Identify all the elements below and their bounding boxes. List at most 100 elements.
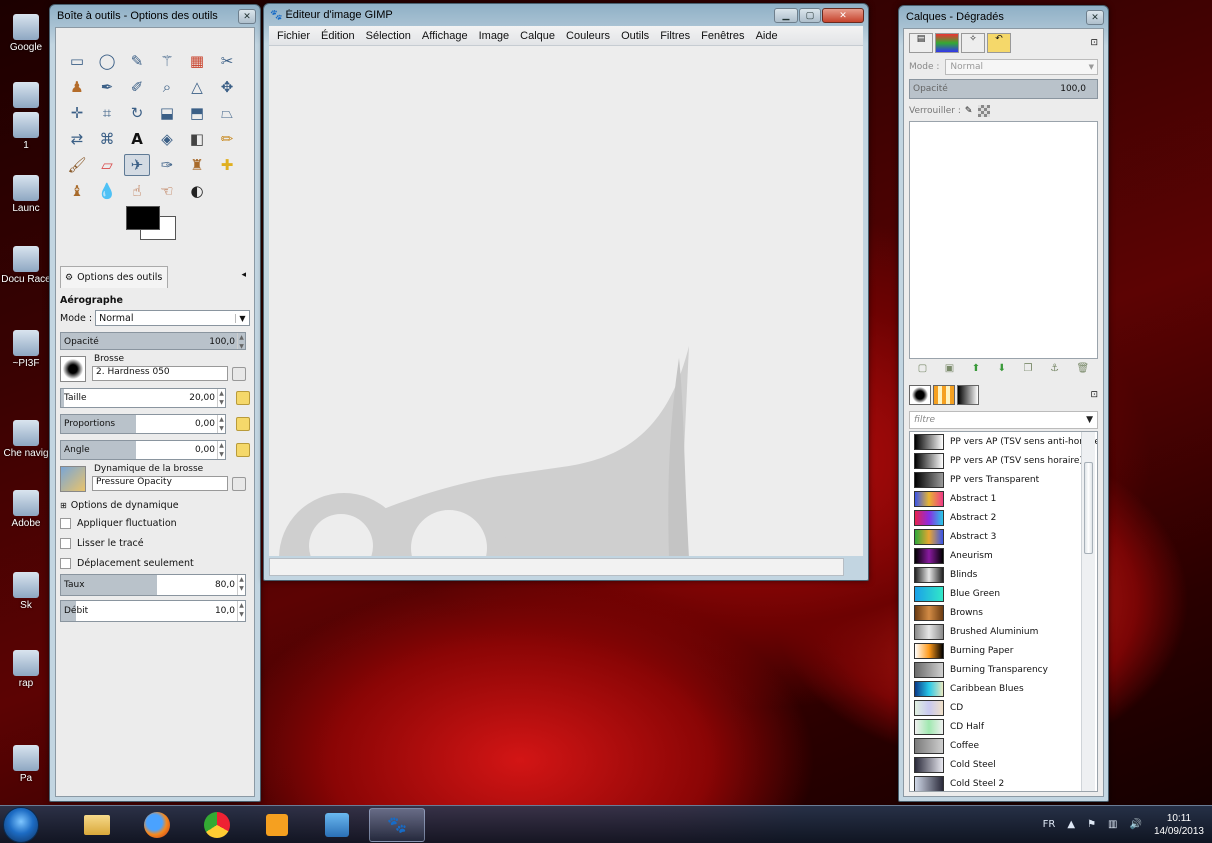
undo-tab-icon[interactable]: ↶: [987, 33, 1011, 53]
dodge-burn-icon[interactable]: ☜: [154, 180, 180, 202]
gradient-item[interactable]: Blue Green: [910, 584, 1097, 603]
rate-stepper[interactable]: ▲ ▼: [237, 575, 245, 595]
measure-icon[interactable]: △: [184, 76, 210, 98]
gradient-item[interactable]: Cold Steel: [910, 755, 1097, 774]
menu-item[interactable]: Sélection: [366, 30, 411, 42]
gradient-item[interactable]: Abstract 3: [910, 527, 1097, 546]
paintbrush-icon[interactable]: 🖌: [64, 154, 90, 176]
zoom-icon[interactable]: ⌕: [154, 76, 180, 98]
duplicate-layer-icon[interactable]: ❐: [1024, 363, 1033, 374]
clone-icon[interactable]: ♜: [184, 154, 210, 176]
brush-preview[interactable]: [60, 356, 86, 382]
crop-icon[interactable]: ⌗: [94, 102, 120, 124]
gradient-item[interactable]: CD Half: [910, 717, 1097, 736]
desktop-icon[interactable]: Sk: [0, 572, 52, 611]
layers-tab-icon[interactable]: ▤: [909, 33, 933, 53]
toolbox-titlebar[interactable]: Boîte à outils - Options des outils ✕: [50, 5, 260, 27]
blend-icon[interactable]: ◧: [184, 128, 210, 150]
smooth-stroke-checkbox[interactable]: [60, 538, 71, 549]
new-layer-icon[interactable]: ▢: [918, 363, 927, 374]
gradient-item[interactable]: Coffee: [910, 736, 1097, 755]
rotate-icon[interactable]: ↻: [124, 102, 150, 124]
rect-select-icon[interactable]: ▭: [64, 50, 90, 72]
rate-spin[interactable]: Taux 80,0 ▲ ▼: [60, 574, 246, 596]
gradient-item[interactable]: Abstract 2: [910, 508, 1097, 527]
image-window-titlebar[interactable]: 🐾 Éditeur d'image GIMP ▁ ▢ ✕: [264, 4, 868, 26]
minimize-button[interactable]: ▁: [774, 7, 798, 23]
volume-icon[interactable]: 🔊: [1129, 819, 1141, 830]
move-only-checkbox[interactable]: [60, 558, 71, 569]
gradient-item[interactable]: Cold Steel 2: [910, 774, 1097, 791]
reset-size-icon[interactable]: [236, 391, 250, 405]
menu-item[interactable]: Couleurs: [566, 30, 610, 42]
flow-stepper[interactable]: ▲ ▼: [237, 601, 245, 621]
dynamics-field[interactable]: Pressure Opacity: [92, 476, 228, 491]
smooth-stroke-check[interactable]: Lisser le tracé: [60, 538, 144, 549]
proportions-spin[interactable]: Proportions 0,00 ▲ ▼: [60, 414, 226, 434]
free-select-icon[interactable]: ✎: [124, 50, 150, 72]
task-firefox[interactable]: [129, 808, 185, 842]
text-icon[interactable]: A: [124, 128, 150, 150]
start-button[interactable]: [3, 806, 39, 843]
edit-dynamics-icon[interactable]: [232, 477, 246, 491]
menu-item[interactable]: Affichage: [422, 30, 468, 42]
menu-item[interactable]: Fichier: [277, 30, 310, 42]
sharpen-icon[interactable]: ◐: [184, 180, 210, 202]
channels-tab-icon[interactable]: [935, 33, 959, 53]
shear-icon[interactable]: ⬒: [184, 102, 210, 124]
show-hidden-icons-icon[interactable]: ▲: [1067, 819, 1075, 830]
dock-menu-icon-2[interactable]: ⊡: [1090, 390, 1098, 400]
opacity-stepper[interactable]: ▲ ▼: [237, 333, 245, 350]
gradient-tab-icon[interactable]: [957, 385, 979, 405]
dynamics-icon[interactable]: [60, 466, 86, 492]
gradient-item[interactable]: PP vers AP (TSV sens horaire): [910, 451, 1097, 470]
layers-dock-titlebar[interactable]: Calques - Dégradés ✕: [899, 6, 1108, 28]
gradient-item[interactable]: Brushed Aluminium: [910, 622, 1097, 641]
fuzzy-select-icon[interactable]: ⚚: [154, 50, 180, 72]
align-icon[interactable]: ✛: [64, 102, 90, 124]
desktop-icon[interactable]: Che navig: [0, 420, 52, 459]
menu-item[interactable]: Image: [479, 30, 510, 42]
task-explorer[interactable]: [69, 808, 125, 842]
desktop-icon[interactable]: Google: [0, 14, 52, 53]
lock-alpha-icon[interactable]: [978, 105, 991, 117]
layers-list[interactable]: [909, 121, 1098, 359]
mode-select[interactable]: Normal ▼: [95, 310, 250, 326]
perspective-clone-icon[interactable]: ♝: [64, 180, 90, 202]
empty-canvas[interactable]: [269, 46, 863, 556]
gradient-list[interactable]: PP vers AP (TSV sens anti-horaire) PP ver…: [909, 431, 1098, 792]
pencil-icon[interactable]: ✏: [214, 128, 240, 150]
layer-opacity-spin[interactable]: Opacité 100,0: [909, 79, 1098, 99]
foreground-color-swatch[interactable]: [126, 206, 160, 230]
reset-angle-icon[interactable]: [236, 443, 250, 457]
lock-pixels-icon[interactable]: ✎: [965, 106, 973, 116]
anchor-layer-icon[interactable]: ⚓: [1050, 363, 1059, 374]
language-indicator[interactable]: FR: [1043, 819, 1056, 830]
apply-jitter-check[interactable]: Appliquer fluctuation: [60, 518, 177, 529]
gradient-item[interactable]: Burning Paper: [910, 641, 1097, 660]
color-picker-icon[interactable]: ✐: [124, 76, 150, 98]
smudge-icon[interactable]: ☝: [124, 180, 150, 202]
reset-proportions-icon[interactable]: [236, 417, 250, 431]
proportions-stepper[interactable]: ▲ ▼: [217, 415, 225, 433]
menu-item[interactable]: Calque: [520, 30, 555, 42]
gradient-item[interactable]: PP vers Transparent: [910, 470, 1097, 489]
gradient-item[interactable]: CD: [910, 698, 1097, 717]
color-select-icon[interactable]: ▦: [184, 50, 210, 72]
gradient-scrollbar[interactable]: [1081, 432, 1095, 791]
pattern-tab-icon[interactable]: [933, 385, 955, 405]
gradient-item[interactable]: Burning Transparency: [910, 660, 1097, 679]
task-media[interactable]: [249, 808, 305, 842]
paths-icon[interactable]: ✒: [94, 76, 120, 98]
desktop-icon[interactable]: Adobe: [0, 490, 52, 529]
brush-field[interactable]: 2. Hardness 050: [92, 366, 228, 381]
heal-icon[interactable]: ✚: [214, 154, 240, 176]
delete-layer-icon[interactable]: 🗑: [1076, 363, 1089, 374]
fg-bg-colors[interactable]: [126, 206, 182, 254]
gradient-item[interactable]: Browns: [910, 603, 1097, 622]
blur-icon[interactable]: 💧: [94, 180, 120, 202]
task-app[interactable]: [309, 808, 365, 842]
desktop-icon[interactable]: 1: [0, 112, 52, 151]
bucket-fill-icon[interactable]: ◈: [154, 128, 180, 150]
clock[interactable]: 10:11 14/09/2013: [1154, 812, 1204, 838]
